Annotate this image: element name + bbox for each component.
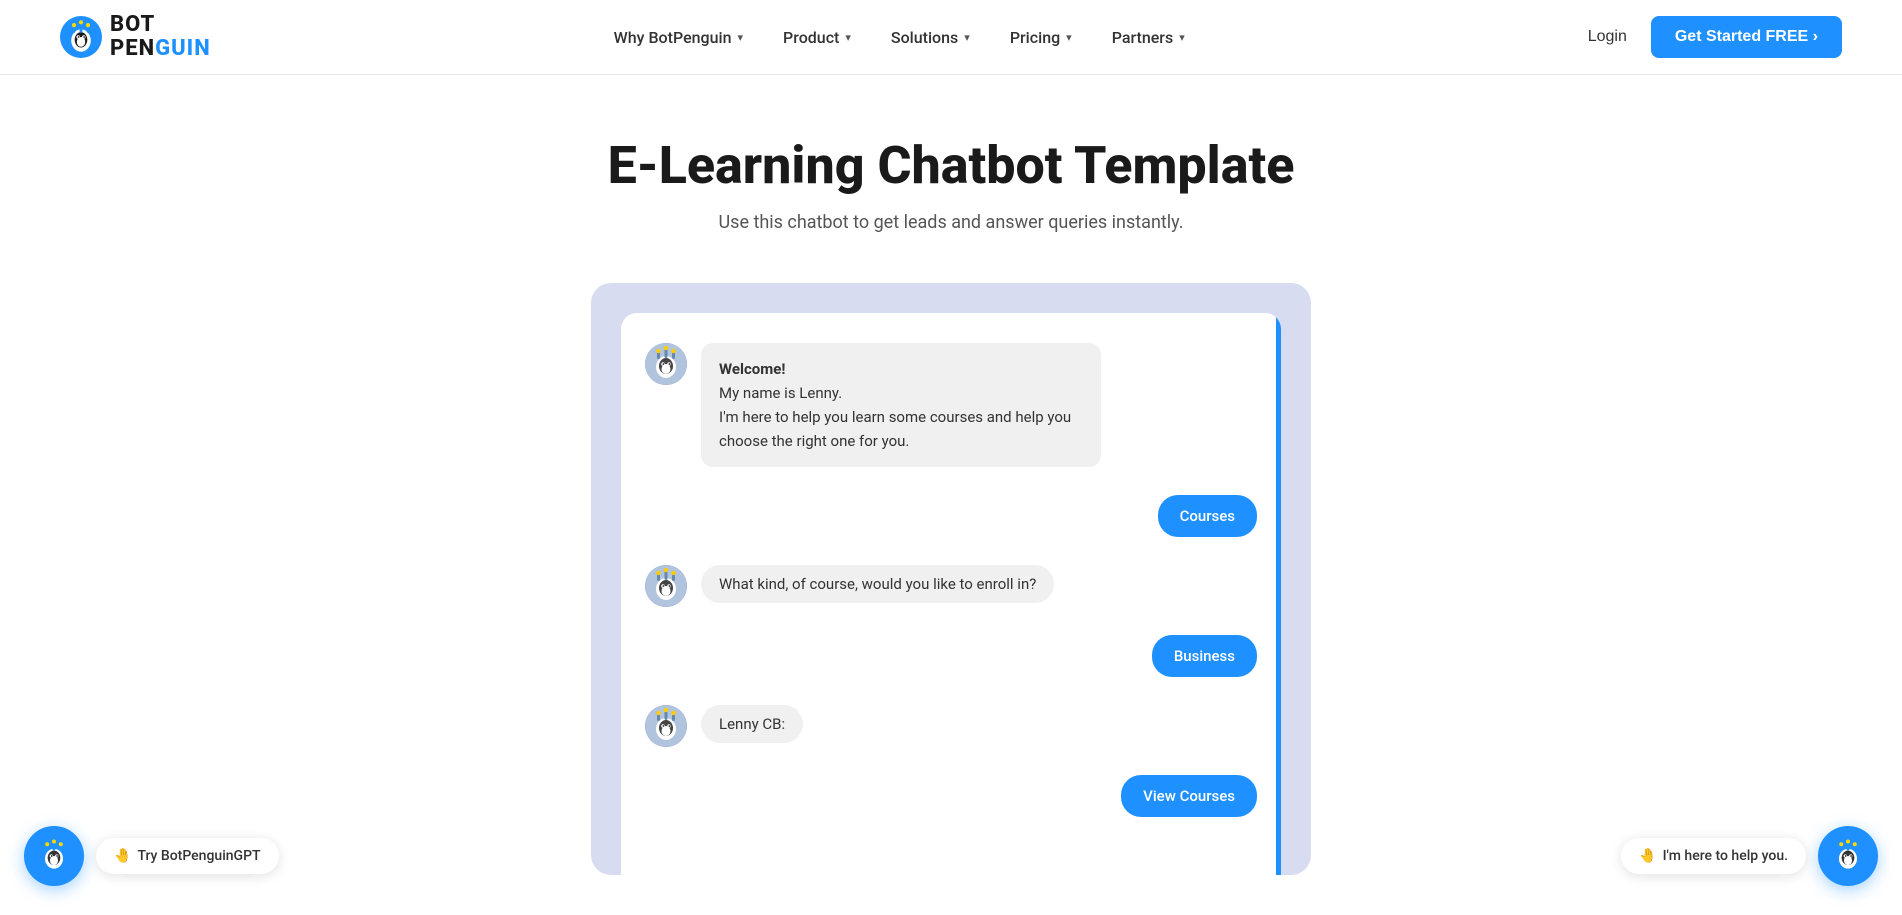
nav-item-pricing[interactable]: Pricing ▾ (1010, 28, 1072, 47)
nav-link-partners[interactable]: Partners ▾ (1112, 28, 1185, 47)
nav-link-why[interactable]: Why BotPenguin ▾ (614, 28, 743, 47)
bot-message-1: Welcome! My name is Lenny. I'm here to h… (645, 343, 1257, 467)
chat-launcher-right-button[interactable] (1818, 826, 1878, 886)
nav-actions: Login Get Started FREE › (1588, 16, 1842, 58)
chevron-down-icon: ▾ (1179, 31, 1185, 44)
avatar (645, 343, 687, 385)
get-started-button[interactable]: Get Started FREE › (1651, 16, 1842, 58)
nav-label-why: Why BotPenguin (614, 28, 732, 47)
nav-label-partners: Partners (1112, 28, 1174, 47)
nav-label-pricing: Pricing (1010, 28, 1060, 47)
user-reply-2: Business (645, 635, 1257, 677)
user-bubble-view-courses: View Courses (1121, 775, 1257, 817)
bottom-right-widget: 🤚 I'm here to help you. (1621, 826, 1878, 886)
navbar: BOT PENGUIN Why BotPenguin ▾ Product ▾ S… (0, 0, 1902, 75)
page-subtitle: Use this chatbot to get leads and answer… (718, 212, 1183, 233)
avatar (645, 565, 687, 607)
nav-item-product[interactable]: Product ▾ (783, 28, 851, 47)
chevron-down-icon: ▾ (964, 31, 970, 44)
nav-link-solutions[interactable]: Solutions ▾ (891, 28, 970, 47)
bot-bubble-1: Welcome! My name is Lenny. I'm here to h… (701, 343, 1101, 467)
try-gpt-label[interactable]: 🤚 Try BotPenguinGPT (96, 838, 279, 874)
chat-container: Welcome! My name is Lenny. I'm here to h… (591, 283, 1311, 875)
hand-emoji-right: 🤚 (1639, 848, 1656, 864)
chat-window: Welcome! My name is Lenny. I'm here to h… (621, 313, 1281, 875)
bot-bubble-3: Lenny CB: (701, 705, 803, 743)
help-label[interactable]: 🤚 I'm here to help you. (1621, 838, 1806, 874)
user-bubble-business: Business (1152, 635, 1257, 677)
nav-link-pricing[interactable]: Pricing ▾ (1010, 28, 1072, 47)
logo-icon (60, 16, 102, 58)
user-reply-3: View Courses (645, 775, 1257, 817)
login-button[interactable]: Login (1588, 28, 1627, 46)
hand-emoji-left: 🤚 (114, 848, 131, 864)
welcome-text: Welcome! (719, 360, 785, 378)
nav-label-product: Product (783, 28, 839, 47)
page-title: E-Learning Chatbot Template (608, 135, 1295, 196)
main-content: E-Learning Chatbot Template Use this cha… (0, 75, 1902, 915)
nav-item-why[interactable]: Why BotPenguin ▾ (614, 28, 743, 47)
chat-launcher-button[interactable] (24, 826, 84, 886)
user-bubble-courses: Courses (1158, 495, 1257, 537)
bottom-left-widget: 🤚 Try BotPenguinGPT (24, 826, 279, 886)
logo[interactable]: BOT PENGUIN (60, 13, 211, 61)
blue-accent-line (1276, 313, 1281, 875)
bot-message-3: Lenny CB: (645, 705, 1257, 747)
bot-bubble-2: What kind, of course, would you like to … (701, 565, 1054, 603)
try-gpt-text: Try BotPenguinGPT (137, 848, 260, 864)
logo-text: BOT PENGUIN (110, 13, 211, 61)
help-text: I'm here to help you. (1663, 848, 1788, 864)
nav-links: Why BotPenguin ▾ Product ▾ Solutions ▾ P… (614, 28, 1185, 47)
chevron-down-icon: ▾ (738, 31, 744, 44)
avatar (645, 705, 687, 747)
nav-label-solutions: Solutions (891, 28, 958, 47)
chevron-down-icon: ▾ (1066, 31, 1072, 44)
user-reply-1: Courses (645, 495, 1257, 537)
bot-message-2: What kind, of course, would you like to … (645, 565, 1257, 607)
nav-link-product[interactable]: Product ▾ (783, 28, 851, 47)
nav-item-partners[interactable]: Partners ▾ (1112, 28, 1185, 47)
nav-item-solutions[interactable]: Solutions ▾ (891, 28, 970, 47)
chevron-down-icon: ▾ (845, 31, 851, 44)
